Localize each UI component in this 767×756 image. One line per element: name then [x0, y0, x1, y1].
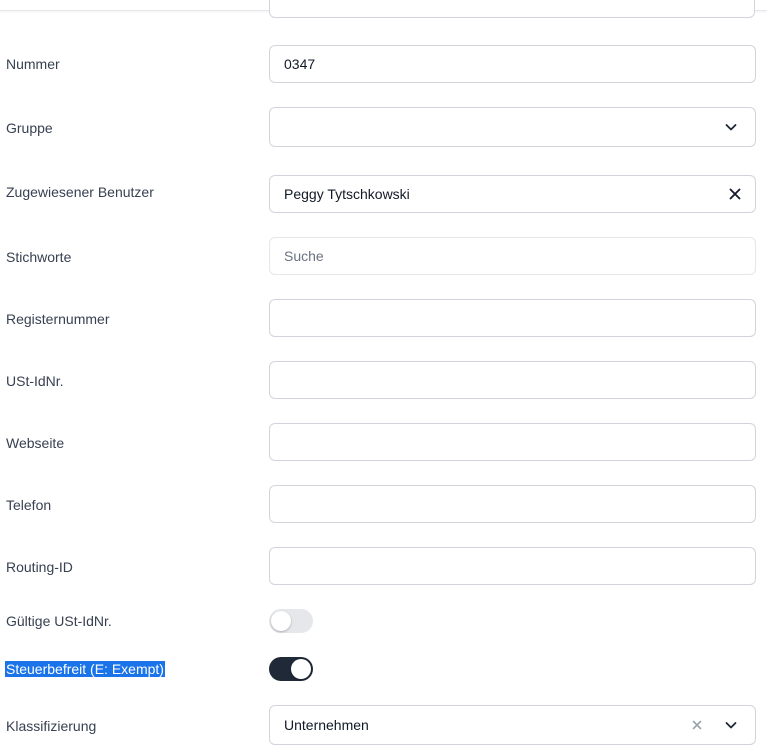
zugewiesener-benutzer-select[interactable]: Peggy Tytschkowski	[269, 175, 756, 213]
stichworte-input[interactable]: Suche	[269, 237, 756, 275]
toggle-knob	[291, 659, 311, 679]
ust-idnr-label: USt-IdNr.	[6, 373, 64, 389]
nummer-input[interactable]: 0347	[269, 45, 756, 83]
gruppe-label: Gruppe	[6, 120, 53, 136]
stichworte-placeholder: Suche	[284, 248, 324, 264]
klassifizierung-label: Klassifizierung	[6, 718, 97, 734]
close-icon[interactable]	[725, 184, 745, 204]
chevron-down-icon[interactable]	[721, 117, 741, 137]
nummer-label: Nummer	[6, 56, 60, 72]
zugewiesener-benutzer-label: Zugewiesener Benutzer	[6, 184, 154, 200]
webseite-label: Webseite	[6, 435, 65, 451]
zugewiesener-benutzer-value: Peggy Tytschkowski	[284, 186, 410, 202]
gueltige-ust-idnr-label: Gültige USt-IdNr.	[6, 613, 112, 629]
routing-id-input[interactable]	[269, 547, 756, 585]
klassifizierung-select[interactable]: Unternehmen	[269, 705, 756, 745]
nummer-value: 0347	[284, 56, 316, 72]
chevron-down-icon[interactable]	[721, 715, 741, 735]
gruppe-select[interactable]	[269, 107, 756, 147]
toggle-knob	[271, 611, 291, 631]
routing-id-label: Routing-ID	[6, 559, 73, 575]
steuerbefreit-label: Steuerbefreit (E: Exempt)	[5, 661, 165, 677]
steuerbefreit-toggle[interactable]	[269, 657, 313, 681]
registernummer-input[interactable]	[269, 299, 756, 337]
telefon-label: Telefon	[6, 497, 52, 513]
stichworte-label: Stichworte	[6, 249, 72, 265]
registernummer-label: Registernummer	[6, 311, 110, 327]
telefon-input[interactable]	[269, 485, 756, 523]
ust-idnr-input[interactable]	[269, 361, 756, 399]
close-icon[interactable]	[687, 715, 707, 735]
gueltige-ust-idnr-toggle[interactable]	[269, 609, 313, 633]
webseite-input[interactable]	[269, 423, 756, 461]
klassifizierung-value: Unternehmen	[284, 717, 369, 733]
partial-input-field[interactable]	[269, 0, 755, 18]
